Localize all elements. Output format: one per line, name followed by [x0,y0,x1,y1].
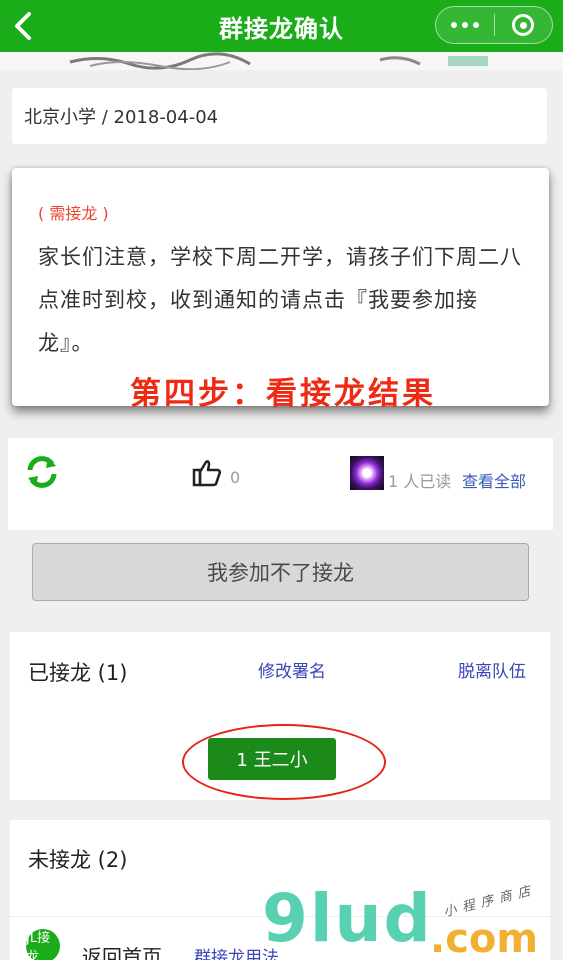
reader-avatar [350,456,384,490]
close-miniapp-button[interactable] [495,7,553,43]
back-button[interactable] [8,10,38,42]
notice-text: 家长们注意，学校下周二开学，请孩子们下周二八点准时到校，收到通知的请点击『我要参… [38,245,522,355]
step-annotation: 第四步：看接龙结果 [130,376,436,412]
not-joined-title: 未接龙 (2) [28,848,128,872]
more-button[interactable] [436,7,494,43]
joined-title: 已接龙 (1) [28,661,128,685]
target-close-icon [512,14,535,36]
navbar: 群接龙确认 [0,0,563,52]
miniapp-capsule [435,6,553,44]
like-count: 0 [230,468,241,487]
school-date-text: 北京小学 / 2018-04-04 [24,107,219,128]
back-home-link[interactable]: 返回首页 [82,941,162,960]
school-date-card: 北京小学 / 2018-04-04 [12,88,547,144]
see-all-link[interactable]: 查看全部 [462,468,526,492]
read-count: 1 人已读 [388,472,452,491]
more-dots-icon [450,22,457,28]
bottom-bar: JL接龙 返回首页 群接龙用法 [10,916,550,960]
page-title: 群接龙确认 [219,14,344,43]
banner-decoration [0,52,563,70]
leave-team-link[interactable]: 脱离队伍 [458,657,526,682]
notice-tag: ( 需接龙 ) [38,204,109,223]
usage-link[interactable]: 群接龙用法 [194,943,279,960]
edit-name-link[interactable]: 修改署名 [258,657,326,682]
thumbs-up-icon[interactable] [192,458,222,488]
joined-section: 已接龙 (1) 修改署名 脱离队伍 1 王二小 [10,632,550,800]
highlight-circle [182,724,386,800]
refresh-icon[interactable] [24,454,60,490]
chevron-left-icon [15,12,31,40]
stats-row: 0 1 人已读 查看全部 [8,438,553,530]
app-logo-icon: JL接龙 [26,929,60,960]
cant-join-button[interactable]: 我参加不了接龙 [32,543,529,601]
